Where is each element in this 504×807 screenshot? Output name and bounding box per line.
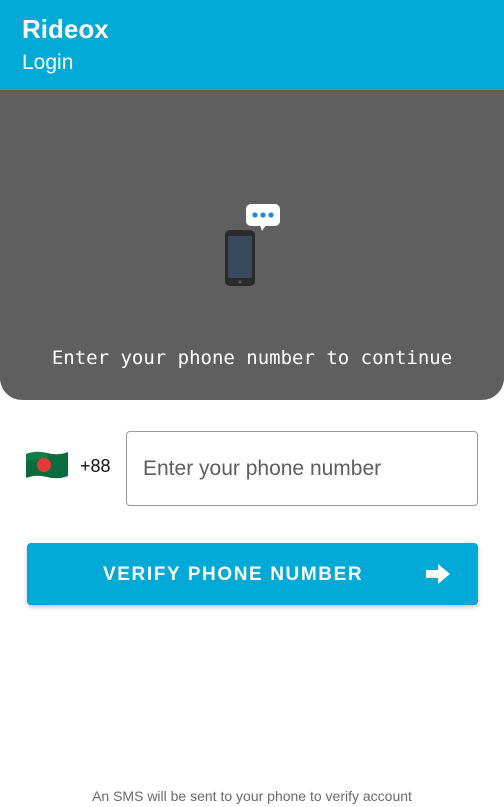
bangladesh-flag-icon[interactable]: [24, 448, 70, 482]
page-subtitle: Login: [22, 51, 74, 74]
chat-bubble-icon: [246, 204, 280, 231]
smartphone-icon: [225, 204, 280, 286]
app-title: Rideox: [22, 14, 109, 44]
arrow-right-icon: [426, 564, 450, 584]
sms-notice: An SMS will be sent to your phone to ver…: [92, 788, 412, 804]
phone-number-input[interactable]: [126, 431, 478, 506]
verify-phone-number-button[interactable]: VERIFY PHONE NUMBER: [27, 543, 478, 605]
verify-button-label: VERIFY PHONE NUMBER: [103, 564, 364, 585]
app-bar: Rideox Login: [0, 0, 504, 90]
hero-banner: Enter your phone number to continue: [0, 90, 504, 400]
country-code[interactable]: +88: [80, 456, 111, 477]
hero-message: Enter your phone number to continue: [51, 347, 453, 369]
